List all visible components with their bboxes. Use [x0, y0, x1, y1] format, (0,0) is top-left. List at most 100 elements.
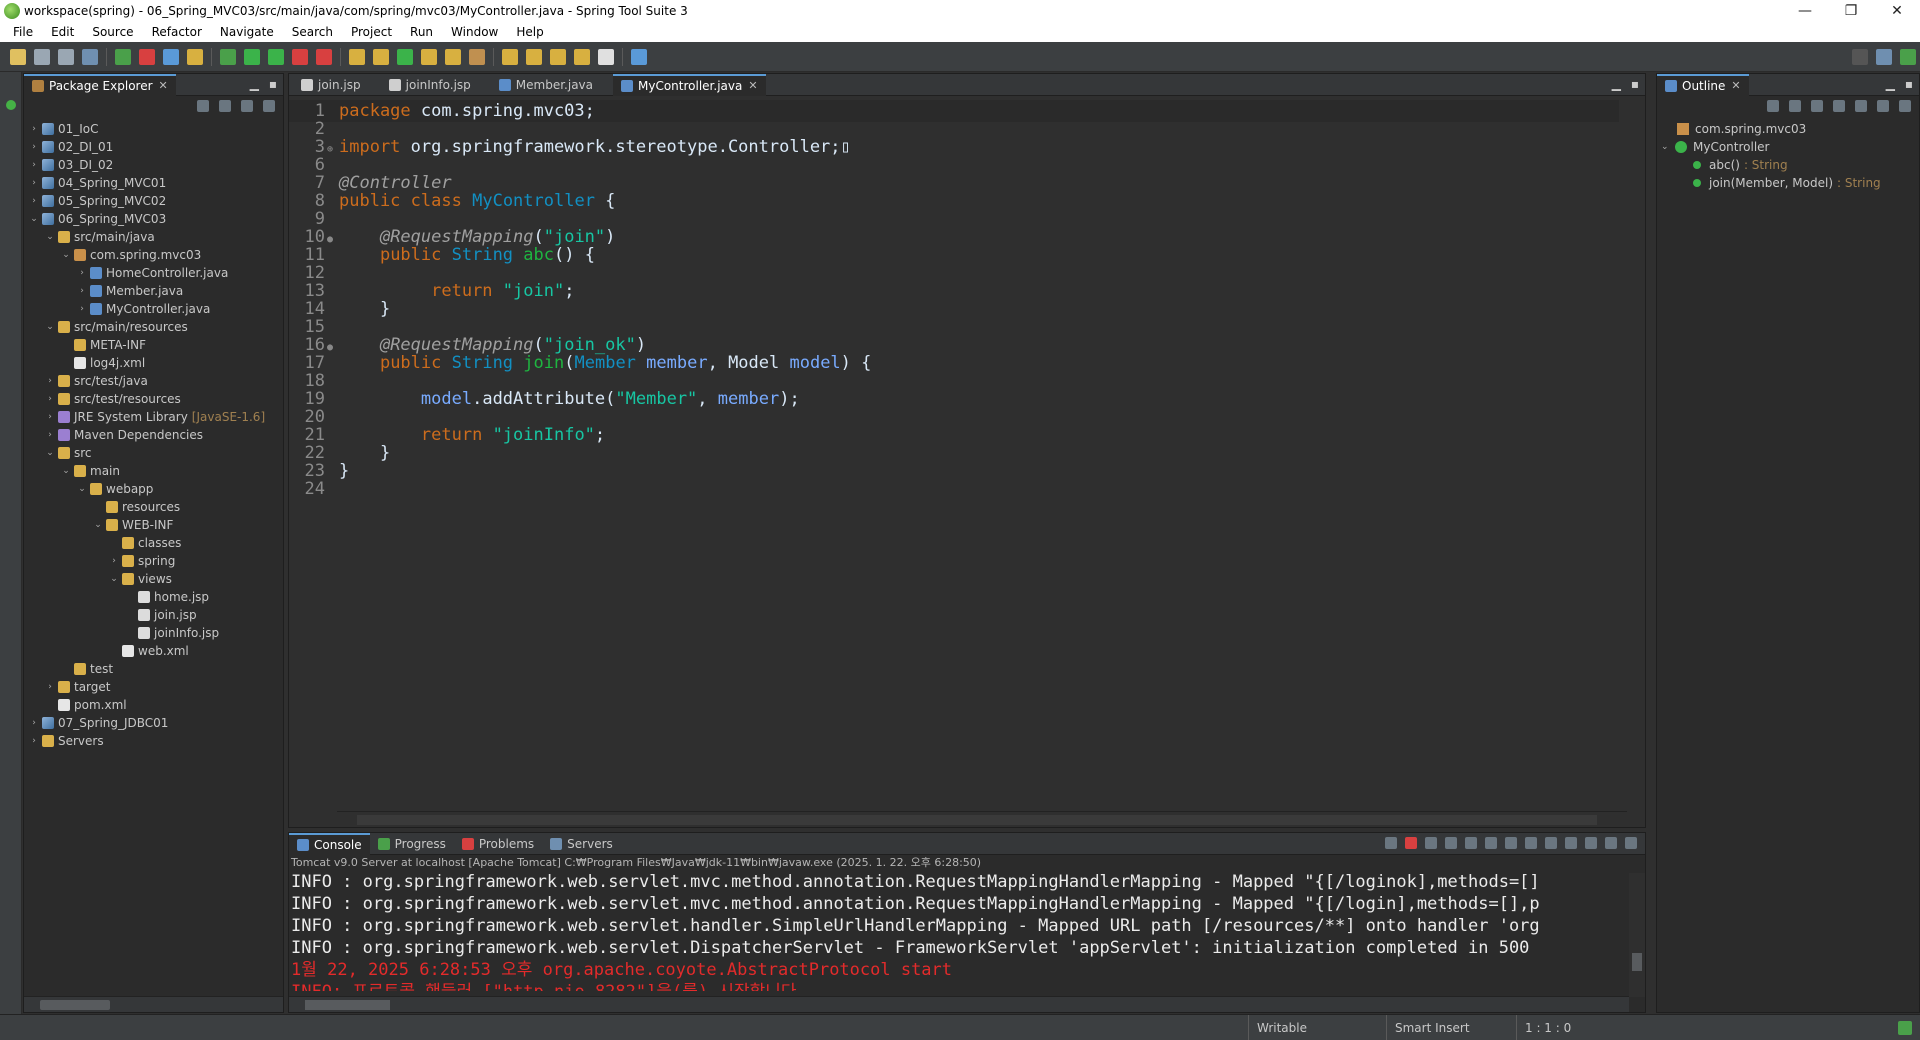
- chevron-down-icon[interactable]: ⌄: [92, 516, 104, 534]
- chevron-down-icon[interactable]: ⌄: [44, 318, 56, 336]
- new-class-icon[interactable]: [397, 48, 413, 65]
- chevron-right-icon[interactable]: ›: [28, 156, 40, 174]
- tree-item[interactable]: › Maven Dependencies: [24, 426, 283, 444]
- clear-console-icon[interactable]: [1465, 837, 1477, 849]
- chevron-down-icon[interactable]: ⌄: [60, 246, 72, 264]
- menu-help[interactable]: Help: [507, 25, 552, 39]
- tree-item[interactable]: classes: [24, 534, 283, 552]
- minimize-view-icon[interactable]: [1605, 837, 1617, 849]
- tree-item[interactable]: › Member.java: [24, 282, 283, 300]
- chevron-right-icon[interactable]: ›: [44, 678, 56, 696]
- previous-annotation-icon[interactable]: [526, 48, 542, 65]
- next-annotation-icon[interactable]: [502, 48, 518, 65]
- chevron-right-icon[interactable]: ›: [44, 426, 56, 444]
- tree-item[interactable]: › target: [24, 678, 283, 696]
- sort-icon[interactable]: [1767, 100, 1779, 112]
- tree-item[interactable]: ⌄ src: [24, 444, 283, 462]
- show-on-stdout-icon[interactable]: [1525, 837, 1537, 849]
- chevron-down-icon[interactable]: ⌄: [1661, 138, 1673, 156]
- console-tab[interactable]: Console: [289, 832, 370, 855]
- search-tool-icon[interactable]: [469, 48, 485, 65]
- hide-fields-icon[interactable]: [1811, 100, 1823, 112]
- skip-breakpoints-icon[interactable]: [163, 48, 179, 65]
- print-icon[interactable]: [82, 48, 98, 65]
- chevron-right-icon[interactable]: ›: [28, 732, 40, 750]
- remove-all-icon[interactable]: [1445, 837, 1457, 849]
- navigate-forward-icon[interactable]: [598, 48, 614, 65]
- tree-item[interactable]: › 05_Spring_MVC02: [24, 192, 283, 210]
- chevron-down-icon[interactable]: ⌄: [44, 444, 56, 462]
- chevron-right-icon[interactable]: ›: [28, 138, 40, 156]
- tree-item[interactable]: › 02_DI_01: [24, 138, 283, 156]
- maximize-view-icon[interactable]: [1625, 837, 1637, 849]
- editor-tab[interactable]: MyController.java ✕: [613, 73, 766, 96]
- display-console-icon[interactable]: [1565, 837, 1577, 849]
- hide-local-types-icon[interactable]: [1877, 100, 1889, 112]
- tree-item[interactable]: ⌄ src/main/resources: [24, 318, 283, 336]
- new-package-icon[interactable]: [373, 48, 389, 65]
- tree-item[interactable]: › JRE System Library [JavaSE-1.6]: [24, 408, 283, 426]
- coverage-icon[interactable]: [268, 48, 284, 65]
- view-menu-icon[interactable]: [1899, 100, 1911, 112]
- open-task-icon[interactable]: [445, 48, 461, 65]
- tree-item[interactable]: › src/test/resources: [24, 390, 283, 408]
- minimize-editor-icon[interactable]: ▁: [1612, 77, 1621, 91]
- external-tools-icon[interactable]: [316, 48, 332, 65]
- terminate-icon[interactable]: [292, 48, 308, 65]
- chevron-down-icon[interactable]: ⌄: [60, 462, 72, 480]
- pin-editor-icon[interactable]: [631, 48, 647, 65]
- tree-item[interactable]: › spring: [24, 552, 283, 570]
- tree-item[interactable]: ⌄ 06_Spring_MVC03: [24, 210, 283, 228]
- new-icon[interactable]: [10, 48, 26, 65]
- vertical-scrollbar[interactable]: [1627, 97, 1645, 809]
- tree-item[interactable]: › src/test/java: [24, 372, 283, 390]
- menu-source[interactable]: Source: [83, 25, 142, 39]
- back-icon[interactable]: [550, 48, 566, 65]
- view-menu-icon[interactable]: [263, 100, 275, 112]
- close-button[interactable]: ✕: [1874, 0, 1920, 22]
- horizontal-scrollbar[interactable]: [289, 996, 1629, 1012]
- menu-window[interactable]: Window: [442, 25, 507, 39]
- maximize-view-icon[interactable]: ▪: [269, 77, 277, 91]
- vertical-scrollbar[interactable]: [1629, 873, 1645, 997]
- open-console-icon[interactable]: [1585, 837, 1597, 849]
- code-area[interactable]: 1 package com.spring.mvc03; 2 3 ⊕ import org.…: [289, 97, 1627, 809]
- outline-item[interactable]: join(Member, Model): String: [1657, 174, 1919, 192]
- chevron-right-icon[interactable]: ›: [28, 120, 40, 138]
- run-icon[interactable]: [244, 48, 260, 65]
- maximize-editor-icon[interactable]: ▪: [1631, 77, 1639, 91]
- close-icon[interactable]: ✕: [1731, 79, 1740, 92]
- close-icon[interactable]: ✕: [159, 79, 168, 92]
- tree-item[interactable]: › 03_DI_02: [24, 156, 283, 174]
- tree-item[interactable]: pom.xml: [24, 696, 283, 714]
- save-all-icon[interactable]: [58, 48, 74, 65]
- tree-item[interactable]: join.jsp: [24, 606, 283, 624]
- tree-item[interactable]: › MyController.java: [24, 300, 283, 318]
- maximize-view-icon[interactable]: ▪: [1905, 77, 1913, 91]
- collapse-all-icon[interactable]: [197, 100, 209, 112]
- minimize-button[interactable]: —: [1782, 0, 1828, 22]
- spring-boot-icon[interactable]: [115, 48, 131, 65]
- chevron-right-icon[interactable]: ›: [44, 408, 56, 426]
- terminate-icon[interactable]: [1405, 837, 1417, 849]
- tree-item[interactable]: ⌄ com.spring.mvc03: [24, 246, 283, 264]
- menu-search[interactable]: Search: [283, 25, 342, 39]
- tree-item[interactable]: log4j.xml: [24, 354, 283, 372]
- editor-tab[interactable]: joinInfo.jsp: [381, 74, 479, 96]
- chevron-down-icon[interactable]: ⌄: [76, 480, 88, 498]
- word-wrap-icon[interactable]: [1505, 837, 1517, 849]
- show-on-stderr-icon[interactable]: [1545, 837, 1557, 849]
- chevron-down-icon[interactable]: ⌄: [44, 228, 56, 246]
- chevron-right-icon[interactable]: ›: [44, 390, 56, 408]
- code-line[interactable]: 24: [289, 478, 1619, 500]
- horizontal-scrollbar[interactable]: [337, 811, 1627, 827]
- outline-item[interactable]: abc(): String: [1657, 156, 1919, 174]
- chevron-right-icon[interactable]: ›: [28, 714, 40, 732]
- tree-item[interactable]: joinInfo.jsp: [24, 624, 283, 642]
- close-icon[interactable]: ✕: [748, 79, 757, 92]
- chevron-down-icon[interactable]: ⌄: [28, 210, 40, 228]
- menu-project[interactable]: Project: [342, 25, 401, 39]
- restore-button[interactable]: ❐: [1828, 0, 1874, 22]
- chevron-right-icon[interactable]: ›: [28, 192, 40, 210]
- tree-item[interactable]: home.jsp: [24, 588, 283, 606]
